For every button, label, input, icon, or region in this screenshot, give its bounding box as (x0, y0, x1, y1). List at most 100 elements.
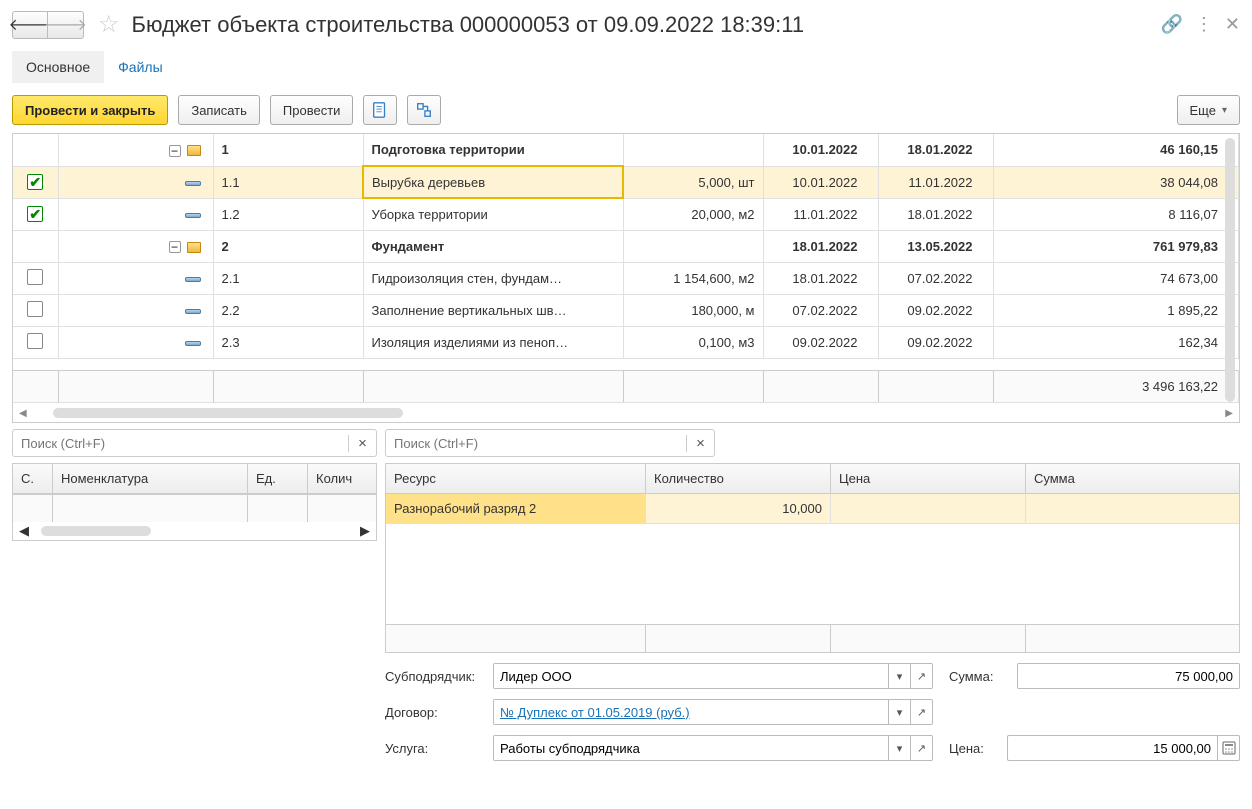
sum-field[interactable] (1018, 669, 1239, 684)
tab-files[interactable]: Файлы (104, 51, 176, 83)
table-row[interactable]: 1.1Вырубка деревьев5,000, шт10.01.202211… (13, 166, 1239, 198)
forward-button[interactable]: 🡒 (48, 11, 84, 39)
cell-sum: 162,34 (993, 326, 1239, 358)
cell-date-start: 09.02.2022 (763, 326, 878, 358)
main-hscroll[interactable]: ◀ ▶ (19, 406, 1233, 420)
cell-qty: 0,100, м3 (623, 326, 763, 358)
more-icon[interactable]: ⋮ (1195, 14, 1213, 35)
price-field[interactable] (1008, 741, 1217, 756)
left-search-input[interactable] (13, 436, 348, 451)
col-price[interactable]: Цена (831, 464, 1026, 493)
open-icon[interactable]: ↗ (910, 700, 932, 724)
label-service: Услуга: (385, 741, 485, 756)
service-field[interactable] (494, 741, 888, 756)
collapse-icon[interactable]: − (169, 145, 181, 157)
table-row[interactable]: −2Фундамент18.01.202213.05.2022761 979,8… (13, 230, 1239, 262)
cell-date-start: 18.01.2022 (763, 230, 878, 262)
cell-name: Подготовка территории (363, 134, 623, 166)
row-checkbox[interactable] (27, 269, 43, 285)
cell-date-start: 18.01.2022 (763, 262, 878, 294)
cell-date-start: 11.01.2022 (763, 198, 878, 230)
link-icon[interactable]: 🔗 (1160, 14, 1182, 35)
right-search-input[interactable] (386, 436, 686, 451)
scroll-left-icon[interactable]: ◀ (19, 408, 27, 419)
contract-field[interactable] (494, 705, 888, 720)
main-vscroll[interactable] (1223, 138, 1237, 402)
scroll-left-icon[interactable]: ◀ (19, 523, 29, 539)
cell-qty (623, 134, 763, 166)
col-qty[interactable]: Колич (308, 464, 376, 494)
toolbar: Провести и закрыть Записать Провести Еще (12, 95, 1240, 125)
cell-date-end: 09.02.2022 (878, 294, 993, 326)
back-button[interactable]: 🡐 (12, 11, 48, 39)
right-grid: Ресурс Количество Цена Сумма Разнорабочи… (385, 463, 1240, 653)
col-nomenclature[interactable]: Номенклатура (53, 464, 248, 494)
open-icon[interactable]: ↗ (910, 664, 932, 688)
left-hscroll[interactable]: ◀ ▶ (13, 522, 376, 540)
table-row[interactable]: 2.1Гидроизоляция стен, фундам…1 154,600,… (13, 262, 1239, 294)
folder-icon (187, 242, 201, 253)
col-quantity[interactable]: Количество (646, 464, 831, 493)
post-and-close-button[interactable]: Провести и закрыть (12, 95, 168, 125)
lower-panes: × С. Номенклатура Ед. Колич ◀ ▶ (12, 429, 1240, 769)
structure-icon (415, 101, 433, 119)
input-subcontractor[interactable]: ▾ ↗ (493, 663, 933, 689)
row-checkbox[interactable] (27, 333, 43, 349)
input-contract[interactable]: ▾ ↗ (493, 699, 933, 725)
cell-total-sum: 3 496 163,22 (993, 370, 1239, 402)
subcontractor-field[interactable] (494, 669, 888, 684)
cell-date-start: 10.01.2022 (763, 134, 878, 166)
input-sum[interactable] (1017, 663, 1240, 689)
left-grid-header: С. Номенклатура Ед. Колич (13, 464, 376, 494)
post-button[interactable]: Провести (270, 95, 354, 125)
scroll-right-icon[interactable]: ▶ (1225, 408, 1233, 419)
cell-code: 2.2 (213, 294, 363, 326)
report-icon-button[interactable] (363, 95, 397, 125)
row-checkbox[interactable] (27, 174, 43, 190)
input-price[interactable] (1007, 735, 1240, 761)
cell-sum: 761 979,83 (993, 230, 1239, 262)
table-row[interactable]: 2.3Изоляция изделиями из пеноп…0,100, м3… (13, 326, 1239, 358)
favorite-star-icon[interactable]: ☆ (98, 10, 120, 39)
col-s[interactable]: С. (13, 464, 53, 494)
cell-sum: 38 044,08 (993, 166, 1239, 198)
right-search-clear-icon[interactable]: × (686, 435, 714, 452)
row-checkbox[interactable] (27, 301, 43, 317)
close-icon[interactable]: ✕ (1225, 14, 1240, 35)
structure-icon-button[interactable] (407, 95, 441, 125)
right-grid-row[interactable]: Разнорабочий разряд 2 10,000 (386, 494, 1239, 524)
more-button[interactable]: Еще (1177, 95, 1240, 125)
col-resource[interactable]: Ресурс (386, 464, 646, 493)
cell-name: Гидроизоляция стен, фундам… (363, 262, 623, 294)
nav-buttons: 🡐 🡒 (12, 11, 84, 39)
table-row[interactable]: 1.2Уборка территории20,000, м211.01.2022… (13, 198, 1239, 230)
open-icon[interactable]: ↗ (910, 736, 932, 760)
cell-qty: 180,000, м (623, 294, 763, 326)
right-pane: × Ресурс Количество Цена Сумма Разнорабо… (385, 429, 1240, 769)
cell-code: 2.1 (213, 262, 363, 294)
calculator-icon[interactable] (1217, 736, 1239, 760)
dropdown-icon[interactable]: ▾ (888, 736, 910, 760)
scroll-right-icon[interactable]: ▶ (360, 523, 370, 539)
table-row[interactable]: −1Подготовка территории10.01.202218.01.2… (13, 134, 1239, 166)
cell-date-end: 07.02.2022 (878, 262, 993, 294)
item-icon (185, 309, 201, 314)
cell-code: 1 (213, 134, 363, 166)
item-icon (185, 181, 201, 186)
col-sum[interactable]: Сумма (1026, 464, 1239, 493)
dropdown-icon[interactable]: ▾ (888, 700, 910, 724)
dropdown-icon[interactable]: ▾ (888, 664, 910, 688)
item-icon (185, 341, 201, 346)
row-checkbox[interactable] (27, 206, 43, 222)
tab-main[interactable]: Основное (12, 51, 104, 83)
title-actions: 🔗 ⋮ ✕ (1160, 14, 1240, 35)
right-grid-footer (386, 624, 1239, 652)
collapse-icon[interactable]: − (169, 241, 181, 253)
item-icon (185, 213, 201, 218)
col-unit[interactable]: Ед. (248, 464, 308, 494)
input-service[interactable]: ▾ ↗ (493, 735, 933, 761)
table-row[interactable]: 2.2Заполнение вертикальных шв…180,000, м… (13, 294, 1239, 326)
left-search-clear-icon[interactable]: × (348, 435, 376, 452)
main-table: − 1Подготовка территории 10.01.2022 18.01.2… (12, 133, 1240, 423)
save-button[interactable]: Записать (178, 95, 260, 125)
